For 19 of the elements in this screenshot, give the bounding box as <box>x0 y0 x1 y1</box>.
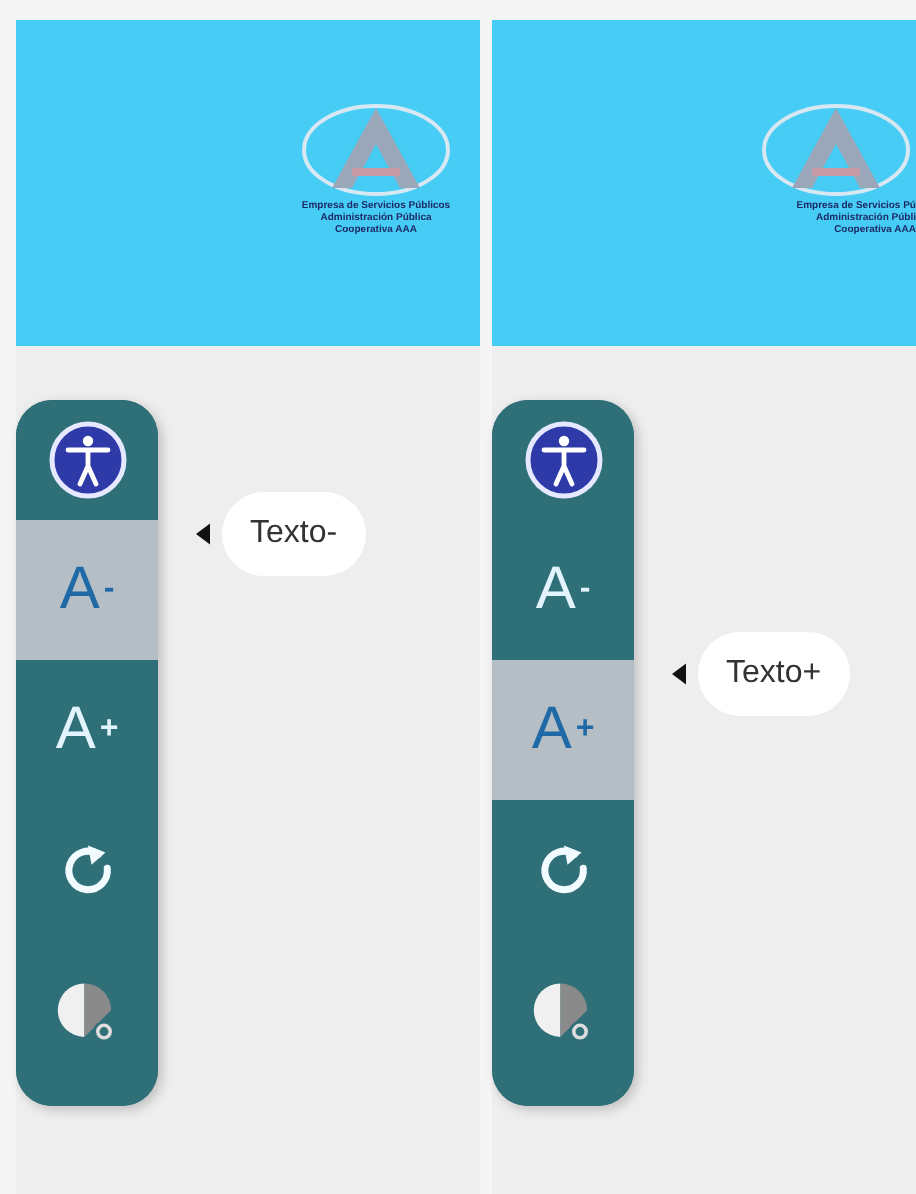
letter-a-logo-icon <box>296 100 456 200</box>
letter-a-logo-icon <box>756 100 916 200</box>
contrast-button[interactable] <box>16 940 158 1106</box>
tooltip: Texto- <box>222 492 366 576</box>
refresh-icon <box>59 842 115 898</box>
tooltip: Texto+ <box>698 632 850 716</box>
decrease-text-button[interactable]: A$^{-}$ <box>492 520 634 660</box>
tooltip-pointer-icon <box>196 522 210 546</box>
contrast-button[interactable] <box>492 940 634 1106</box>
reset-button[interactable] <box>492 800 634 940</box>
accessibility-icon <box>523 420 603 500</box>
accessibility-icon <box>47 420 127 500</box>
accessibility-button[interactable] <box>492 400 634 520</box>
tooltip-pointer-icon <box>672 662 686 686</box>
decrease-text-button[interactable]: A$^{-}$ <box>16 520 158 660</box>
refresh-icon <box>535 842 591 898</box>
accessibility-button[interactable] <box>16 400 158 520</box>
increase-text-button[interactable]: A$^{+}$ <box>16 660 158 800</box>
increase-text-button[interactable]: A$^{+}$ <box>492 660 634 800</box>
